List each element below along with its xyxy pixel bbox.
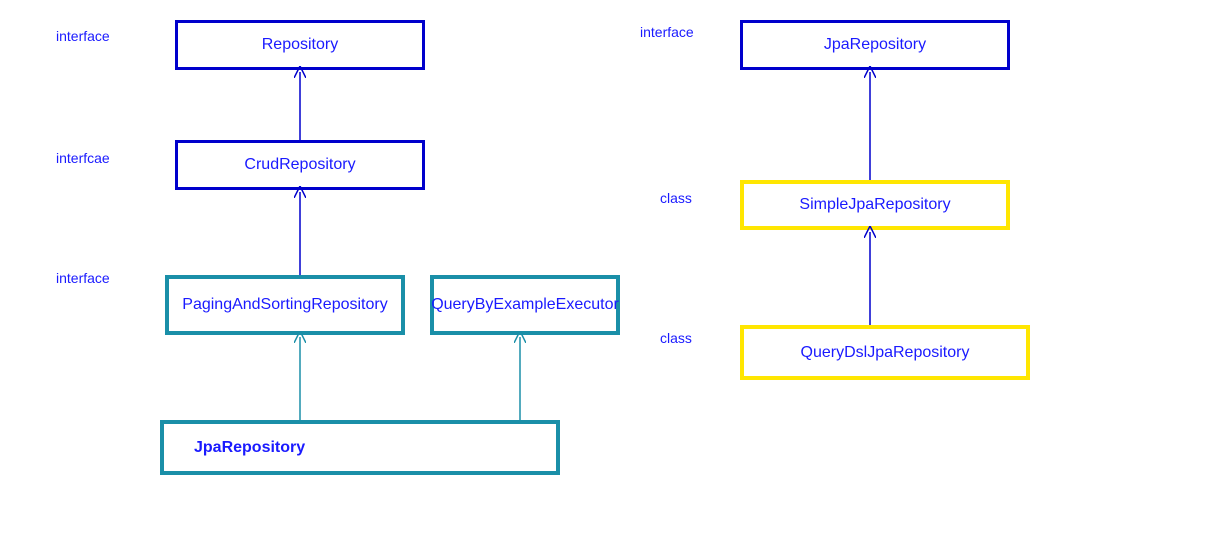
box-jpa-repository-right: JpaRepository [740,20,1010,70]
box-query-by-example-executor: QueryByExampleExecutor [430,275,620,335]
box-jpa-repository-left: JpaRepository [160,420,560,475]
stereotype-label: interface [56,28,110,44]
stereotype-label: interface [56,270,110,286]
box-simple-jpa-repository: SimpleJpaRepository [740,180,1010,230]
box-querydsl-jpa-repository: QueryDslJpaRepository [740,325,1030,380]
box-repository: Repository [175,20,425,70]
box-crud-repository: CrudRepository [175,140,425,190]
stereotype-label: class [660,330,692,346]
stereotype-label: class [660,190,692,206]
box-paging-and-sorting-repository: PagingAndSortingRepository [165,275,405,335]
stereotype-label: interface [640,24,694,40]
stereotype-label: interfcae [56,150,110,166]
